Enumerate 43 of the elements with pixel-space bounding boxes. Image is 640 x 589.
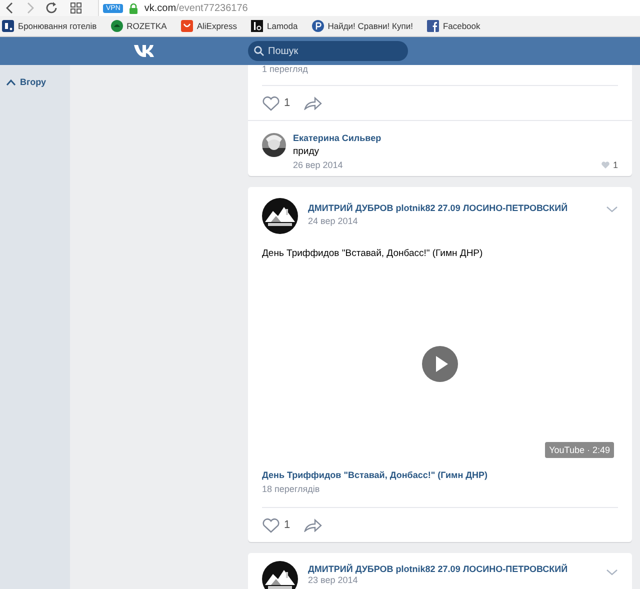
comment-author[interactable]: Екатерина Сильвер xyxy=(293,133,618,143)
heart-icon[interactable] xyxy=(262,518,280,532)
bookmark[interactable]: Найди! Сравни! Купи! xyxy=(312,20,413,32)
comment-text: приду xyxy=(293,146,320,157)
chevron-up-icon xyxy=(6,78,16,86)
share-icon[interactable] xyxy=(304,518,322,532)
like-button[interactable]: 1 xyxy=(262,518,290,532)
url-text: vk.com/event77236176 xyxy=(144,2,248,14)
hotel-logo-icon xyxy=(2,20,14,32)
letter-logo-icon xyxy=(250,20,263,32)
view-count: 1 перегляд xyxy=(262,65,309,76)
bookmark[interactable]: Бронювання готелів xyxy=(2,20,97,32)
grid-icon[interactable] xyxy=(70,2,82,14)
author-name[interactable]: ДМИТРИЙ ДУБРОВ plotnik82 27.09 ЛОСИНО-ПЕТРОВСКИЙ xyxy=(308,203,596,213)
search-icon xyxy=(254,46,264,56)
bookmark[interactable]: Facebook xyxy=(426,20,480,32)
share-icon[interactable] xyxy=(304,96,322,110)
bookmark[interactable]: ROZETKA xyxy=(110,20,167,32)
heart-icon xyxy=(600,161,610,169)
duration-badge: YouTube · 2:49 xyxy=(545,442,614,458)
author-name[interactable]: ДМИТРИЙ ДУБРОВ plotnik82 27.09 ЛОСИНО-ПЕТРОВСКИЙ xyxy=(308,564,596,574)
chevron-down-icon[interactable] xyxy=(606,206,618,213)
facebook-icon xyxy=(426,20,439,32)
search-field[interactable]: Пошук xyxy=(248,41,408,61)
forward-icon[interactable] xyxy=(26,2,34,14)
reload-icon[interactable] xyxy=(46,2,58,14)
post-text: День Триффидов "Вставай, Донбасс!" (Гимн ДНР) xyxy=(262,248,484,259)
heart-icon[interactable] xyxy=(262,96,280,110)
comment-date[interactable]: 26 вер 2014 xyxy=(293,160,343,170)
like-button[interactable]: 1 xyxy=(262,96,290,110)
circle-logo-icon xyxy=(312,20,324,32)
back-to-top-link[interactable]: Вгору xyxy=(0,77,70,87)
back-icon[interactable] xyxy=(6,2,14,14)
shopping-bag-icon xyxy=(180,20,193,32)
chevron-down-icon[interactable] xyxy=(606,569,618,576)
comment-like-button[interactable]: 1 xyxy=(600,160,618,170)
view-count: 18 переглядів xyxy=(262,484,321,494)
round-logo-icon xyxy=(110,20,123,32)
bookmark[interactable]: AliExpress xyxy=(180,20,237,32)
lock-icon xyxy=(129,2,138,14)
video-title[interactable]: День Триффидов "Вставай, Донбасс!" (Гимн ДНР) xyxy=(262,470,618,480)
play-button-icon[interactable] xyxy=(422,346,458,382)
bookmark[interactable]: Lamoda xyxy=(250,20,298,32)
